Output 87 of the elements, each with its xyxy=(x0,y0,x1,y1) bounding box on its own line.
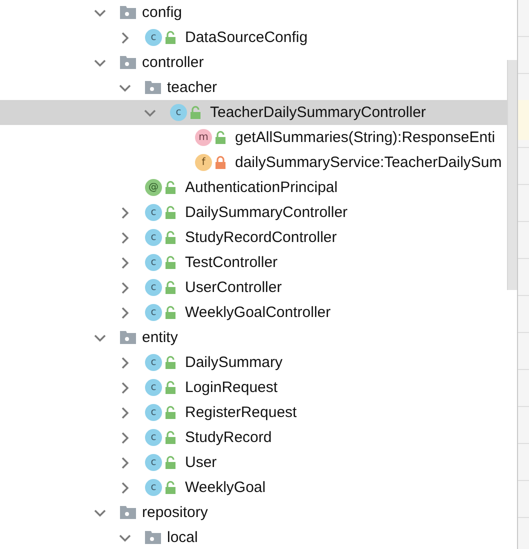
tree-row[interactable]: config xyxy=(0,0,507,25)
tree-item-label: StudyRecord xyxy=(185,428,272,448)
tree-row[interactable]: c TestController xyxy=(0,250,507,275)
class-badge-icon: c xyxy=(145,254,162,271)
chevron-down-icon[interactable] xyxy=(119,534,131,542)
chevron-right-icon[interactable] xyxy=(121,232,129,244)
field-badge-icon: f xyxy=(195,154,212,171)
tree-item-label: config xyxy=(142,3,182,23)
tree-row[interactable]: c DailySummary xyxy=(0,350,507,375)
chevron-right-icon[interactable] xyxy=(121,482,129,494)
tree-item-label: dailySummaryService:TeacherDailySum xyxy=(235,153,502,173)
tree-item-label: LoginRequest xyxy=(185,378,278,398)
chevron-right-icon[interactable] xyxy=(121,306,129,318)
tree-item-label: DataSourceConfig xyxy=(185,28,308,48)
tree-item-label: DailySummary xyxy=(185,353,283,373)
tree-item-label: getAllSummaries(String):ResponseEnti xyxy=(235,128,496,148)
class-badge-icon: c xyxy=(145,204,162,221)
chevron-down-icon[interactable] xyxy=(94,58,106,66)
chevron-down-icon[interactable] xyxy=(94,334,106,342)
selected-tree-row[interactable]: c TeacherDailySummaryController xyxy=(0,100,507,125)
folder-icon xyxy=(120,56,136,69)
tree-item-label: UserController xyxy=(185,278,282,298)
class-badge-icon: c xyxy=(145,29,162,46)
class-badge-icon: c xyxy=(145,454,162,471)
tree-item-label: controller xyxy=(142,53,204,73)
tree-item-label: teacher xyxy=(167,78,218,98)
tree-row[interactable]: repository xyxy=(0,500,507,525)
tree-item-label: TeacherDailySummaryController xyxy=(210,103,426,123)
method-badge-icon: m xyxy=(195,129,212,146)
chevron-right-icon[interactable] xyxy=(121,356,129,368)
tree-item-label: TestController xyxy=(185,253,278,273)
tree-row[interactable]: c StudyRecord xyxy=(0,425,507,450)
folder-icon xyxy=(145,531,161,544)
chevron-down-icon[interactable] xyxy=(119,84,131,92)
tree-row[interactable]: c RegisterRequest xyxy=(0,400,507,425)
chevron-right-icon[interactable] xyxy=(121,456,129,468)
tree-item-label: StudyRecordController xyxy=(185,228,337,248)
tree-item-label: User xyxy=(185,453,217,473)
tree-row[interactable]: @ AuthenticationPrincipal xyxy=(0,175,507,200)
tree-item-label: WeeklyGoalController xyxy=(185,303,331,323)
tree-row[interactable]: teacher xyxy=(0,75,507,100)
folder-icon xyxy=(120,331,136,344)
chevron-right-icon[interactable] xyxy=(121,406,129,418)
chevron-right-icon[interactable] xyxy=(121,32,129,44)
tree-row[interactable]: c WeeklyGoal xyxy=(0,475,507,500)
chevron-down-icon[interactable] xyxy=(94,508,106,516)
side-panel-highlight xyxy=(518,100,529,140)
tree-row[interactable]: m getAllSummaries(String):ResponseEnti xyxy=(0,125,507,150)
tree-item-label: entity xyxy=(142,328,178,348)
class-badge-icon: c xyxy=(145,354,162,371)
tree-row[interactable]: c UserController xyxy=(0,275,507,300)
tree-row[interactable]: c DailySummaryController xyxy=(0,200,507,225)
class-badge-icon: c xyxy=(145,404,162,421)
tree-row[interactable]: c StudyRecordController xyxy=(0,225,507,250)
class-badge-icon: c xyxy=(145,479,162,496)
class-badge-icon: c xyxy=(145,279,162,296)
class-badge-icon: c xyxy=(145,379,162,396)
class-badge-icon: c xyxy=(145,304,162,321)
chevron-down-icon[interactable] xyxy=(94,8,106,16)
scrollbar[interactable] xyxy=(507,60,517,290)
folder-icon xyxy=(145,81,161,94)
tree-item-label: WeeklyGoal xyxy=(185,478,266,498)
tree-item-label: RegisterRequest xyxy=(185,403,297,423)
tree-row[interactable]: f dailySummaryService:TeacherDailySum xyxy=(0,150,507,175)
chevron-right-icon[interactable] xyxy=(121,206,129,218)
tree-row[interactable]: c LoginRequest xyxy=(0,375,507,400)
tree-item-label: local xyxy=(167,528,198,548)
chevron-right-icon[interactable] xyxy=(121,432,129,444)
folder-icon xyxy=(120,506,136,519)
annotation-badge-icon: @ xyxy=(145,179,162,196)
tree-row[interactable]: c DataSourceConfig xyxy=(0,25,507,50)
tree-row[interactable]: local xyxy=(0,525,507,549)
tree-row[interactable]: c WeeklyGoalController xyxy=(0,300,507,325)
tree-row[interactable]: entity xyxy=(0,325,507,350)
tree-item-label: DailySummaryController xyxy=(185,203,348,223)
class-badge-icon: c xyxy=(145,229,162,246)
chevron-right-icon[interactable] xyxy=(121,282,129,294)
chevron-right-icon[interactable] xyxy=(121,382,129,394)
folder-icon xyxy=(120,6,136,19)
chevron-down-icon[interactable] xyxy=(144,108,156,116)
tree-item-label: AuthenticationPrincipal xyxy=(185,178,338,198)
tree-row[interactable]: c User xyxy=(0,450,507,475)
tree-row[interactable]: controller xyxy=(0,50,507,75)
class-badge-icon: c xyxy=(145,429,162,446)
tree-item-label: repository xyxy=(142,503,208,523)
chevron-right-icon[interactable] xyxy=(121,256,129,268)
class-badge-icon: c xyxy=(170,104,187,121)
